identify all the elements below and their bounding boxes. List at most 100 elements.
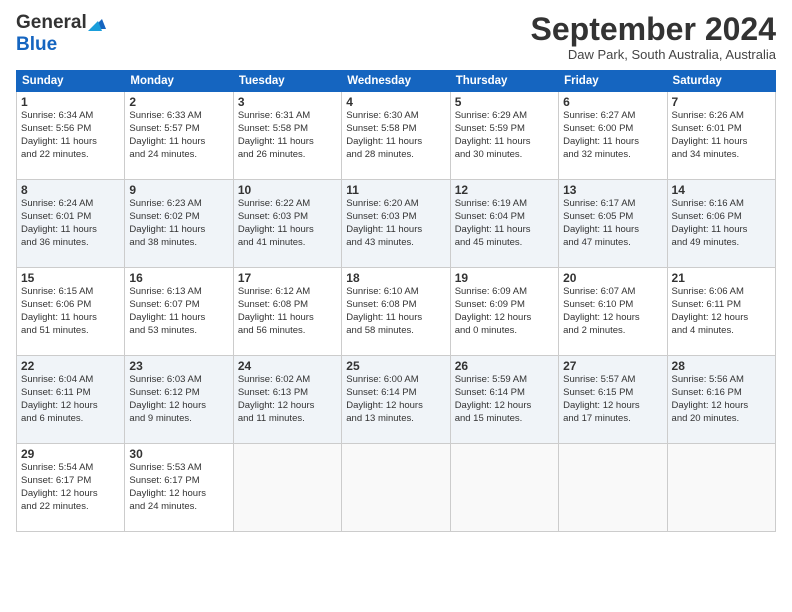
day-number: 27 <box>563 359 662 373</box>
title-area: September 2024 Daw Park, South Australia… <box>531 12 776 62</box>
day-number: 16 <box>129 271 228 285</box>
day-detail: Sunrise: 6:06 AM Sunset: 6:11 PM Dayligh… <box>672 286 771 337</box>
calendar-header-wednesday: Wednesday <box>342 71 450 92</box>
day-number: 17 <box>238 271 337 285</box>
calendar-cell: 10Sunrise: 6:22 AM Sunset: 6:03 PM Dayli… <box>233 180 341 268</box>
calendar-table: SundayMondayTuesdayWednesdayThursdayFrid… <box>16 70 776 532</box>
day-detail: Sunrise: 6:10 AM Sunset: 6:08 PM Dayligh… <box>346 286 445 337</box>
day-detail: Sunrise: 6:22 AM Sunset: 6:03 PM Dayligh… <box>238 198 337 249</box>
calendar-cell: 4Sunrise: 6:30 AM Sunset: 5:58 PM Daylig… <box>342 92 450 180</box>
day-number: 3 <box>238 95 337 109</box>
calendar-week-4: 29Sunrise: 5:54 AM Sunset: 6:17 PM Dayli… <box>17 444 776 532</box>
logo-blue: Blue <box>16 34 57 55</box>
calendar-cell: 25Sunrise: 6:00 AM Sunset: 6:14 PM Dayli… <box>342 356 450 444</box>
calendar-cell: 18Sunrise: 6:10 AM Sunset: 6:08 PM Dayli… <box>342 268 450 356</box>
calendar-cell: 29Sunrise: 5:54 AM Sunset: 6:17 PM Dayli… <box>17 444 125 532</box>
day-number: 20 <box>563 271 662 285</box>
calendar-week-1: 8Sunrise: 6:24 AM Sunset: 6:01 PM Daylig… <box>17 180 776 268</box>
day-detail: Sunrise: 6:16 AM Sunset: 6:06 PM Dayligh… <box>672 198 771 249</box>
page: General Blue September 2024 Daw Park, So… <box>0 0 792 612</box>
calendar-week-3: 22Sunrise: 6:04 AM Sunset: 6:11 PM Dayli… <box>17 356 776 444</box>
calendar-cell: 17Sunrise: 6:12 AM Sunset: 6:08 PM Dayli… <box>233 268 341 356</box>
calendar-cell: 1Sunrise: 6:34 AM Sunset: 5:56 PM Daylig… <box>17 92 125 180</box>
calendar-cell: 7Sunrise: 6:26 AM Sunset: 6:01 PM Daylig… <box>667 92 775 180</box>
calendar-header-sunday: Sunday <box>17 71 125 92</box>
day-detail: Sunrise: 5:54 AM Sunset: 6:17 PM Dayligh… <box>21 462 120 513</box>
day-number: 29 <box>21 447 120 461</box>
calendar-cell: 27Sunrise: 5:57 AM Sunset: 6:15 PM Dayli… <box>559 356 667 444</box>
calendar-cell: 22Sunrise: 6:04 AM Sunset: 6:11 PM Dayli… <box>17 356 125 444</box>
calendar-header-monday: Monday <box>125 71 233 92</box>
calendar-week-2: 15Sunrise: 6:15 AM Sunset: 6:06 PM Dayli… <box>17 268 776 356</box>
day-detail: Sunrise: 6:20 AM Sunset: 6:03 PM Dayligh… <box>346 198 445 249</box>
day-number: 26 <box>455 359 554 373</box>
calendar-cell: 12Sunrise: 6:19 AM Sunset: 6:04 PM Dayli… <box>450 180 558 268</box>
day-detail: Sunrise: 6:03 AM Sunset: 6:12 PM Dayligh… <box>129 374 228 425</box>
day-detail: Sunrise: 6:29 AM Sunset: 5:59 PM Dayligh… <box>455 110 554 161</box>
day-number: 24 <box>238 359 337 373</box>
calendar-header-friday: Friday <box>559 71 667 92</box>
calendar-cell: 20Sunrise: 6:07 AM Sunset: 6:10 PM Dayli… <box>559 268 667 356</box>
day-number: 14 <box>672 183 771 197</box>
day-number: 11 <box>346 183 445 197</box>
calendar-cell <box>667 444 775 532</box>
day-number: 7 <box>672 95 771 109</box>
day-number: 22 <box>21 359 120 373</box>
day-number: 23 <box>129 359 228 373</box>
calendar-header-thursday: Thursday <box>450 71 558 92</box>
calendar-cell: 5Sunrise: 6:29 AM Sunset: 5:59 PM Daylig… <box>450 92 558 180</box>
day-number: 25 <box>346 359 445 373</box>
day-detail: Sunrise: 6:19 AM Sunset: 6:04 PM Dayligh… <box>455 198 554 249</box>
calendar-cell <box>342 444 450 532</box>
day-detail: Sunrise: 6:12 AM Sunset: 6:08 PM Dayligh… <box>238 286 337 337</box>
calendar-cell: 26Sunrise: 5:59 AM Sunset: 6:14 PM Dayli… <box>450 356 558 444</box>
day-number: 21 <box>672 271 771 285</box>
calendar-cell: 21Sunrise: 6:06 AM Sunset: 6:11 PM Dayli… <box>667 268 775 356</box>
calendar-header-row: SundayMondayTuesdayWednesdayThursdayFrid… <box>17 71 776 92</box>
day-number: 10 <box>238 183 337 197</box>
day-detail: Sunrise: 6:15 AM Sunset: 6:06 PM Dayligh… <box>21 286 120 337</box>
day-detail: Sunrise: 6:34 AM Sunset: 5:56 PM Dayligh… <box>21 110 120 161</box>
day-detail: Sunrise: 6:00 AM Sunset: 6:14 PM Dayligh… <box>346 374 445 425</box>
calendar-cell: 14Sunrise: 6:16 AM Sunset: 6:06 PM Dayli… <box>667 180 775 268</box>
day-detail: Sunrise: 6:09 AM Sunset: 6:09 PM Dayligh… <box>455 286 554 337</box>
day-number: 8 <box>21 183 120 197</box>
month-title: September 2024 <box>531 12 776 47</box>
calendar-cell: 23Sunrise: 6:03 AM Sunset: 6:12 PM Dayli… <box>125 356 233 444</box>
day-detail: Sunrise: 6:04 AM Sunset: 6:11 PM Dayligh… <box>21 374 120 425</box>
day-detail: Sunrise: 6:33 AM Sunset: 5:57 PM Dayligh… <box>129 110 228 161</box>
header: General Blue September 2024 Daw Park, So… <box>16 12 776 62</box>
day-detail: Sunrise: 6:30 AM Sunset: 5:58 PM Dayligh… <box>346 110 445 161</box>
day-detail: Sunrise: 5:59 AM Sunset: 6:14 PM Dayligh… <box>455 374 554 425</box>
day-number: 1 <box>21 95 120 109</box>
day-number: 6 <box>563 95 662 109</box>
calendar-cell: 11Sunrise: 6:20 AM Sunset: 6:03 PM Dayli… <box>342 180 450 268</box>
calendar-cell: 15Sunrise: 6:15 AM Sunset: 6:06 PM Dayli… <box>17 268 125 356</box>
calendar-cell: 13Sunrise: 6:17 AM Sunset: 6:05 PM Dayli… <box>559 180 667 268</box>
day-number: 5 <box>455 95 554 109</box>
calendar-header-tuesday: Tuesday <box>233 71 341 92</box>
logo: General Blue <box>16 12 106 56</box>
day-detail: Sunrise: 6:27 AM Sunset: 6:00 PM Dayligh… <box>563 110 662 161</box>
calendar-cell: 8Sunrise: 6:24 AM Sunset: 6:01 PM Daylig… <box>17 180 125 268</box>
calendar-cell <box>559 444 667 532</box>
day-number: 13 <box>563 183 662 197</box>
day-detail: Sunrise: 6:02 AM Sunset: 6:13 PM Dayligh… <box>238 374 337 425</box>
logo-general: General <box>16 12 87 33</box>
day-number: 4 <box>346 95 445 109</box>
day-number: 12 <box>455 183 554 197</box>
day-number: 2 <box>129 95 228 109</box>
calendar-cell <box>450 444 558 532</box>
calendar-header-saturday: Saturday <box>667 71 775 92</box>
calendar-cell: 16Sunrise: 6:13 AM Sunset: 6:07 PM Dayli… <box>125 268 233 356</box>
calendar-cell: 19Sunrise: 6:09 AM Sunset: 6:09 PM Dayli… <box>450 268 558 356</box>
day-detail: Sunrise: 6:17 AM Sunset: 6:05 PM Dayligh… <box>563 198 662 249</box>
day-detail: Sunrise: 6:26 AM Sunset: 6:01 PM Dayligh… <box>672 110 771 161</box>
day-number: 15 <box>21 271 120 285</box>
day-detail: Sunrise: 5:57 AM Sunset: 6:15 PM Dayligh… <box>563 374 662 425</box>
day-detail: Sunrise: 6:31 AM Sunset: 5:58 PM Dayligh… <box>238 110 337 161</box>
day-number: 9 <box>129 183 228 197</box>
day-detail: Sunrise: 5:53 AM Sunset: 6:17 PM Dayligh… <box>129 462 228 513</box>
calendar-week-0: 1Sunrise: 6:34 AM Sunset: 5:56 PM Daylig… <box>17 92 776 180</box>
calendar-cell: 6Sunrise: 6:27 AM Sunset: 6:00 PM Daylig… <box>559 92 667 180</box>
